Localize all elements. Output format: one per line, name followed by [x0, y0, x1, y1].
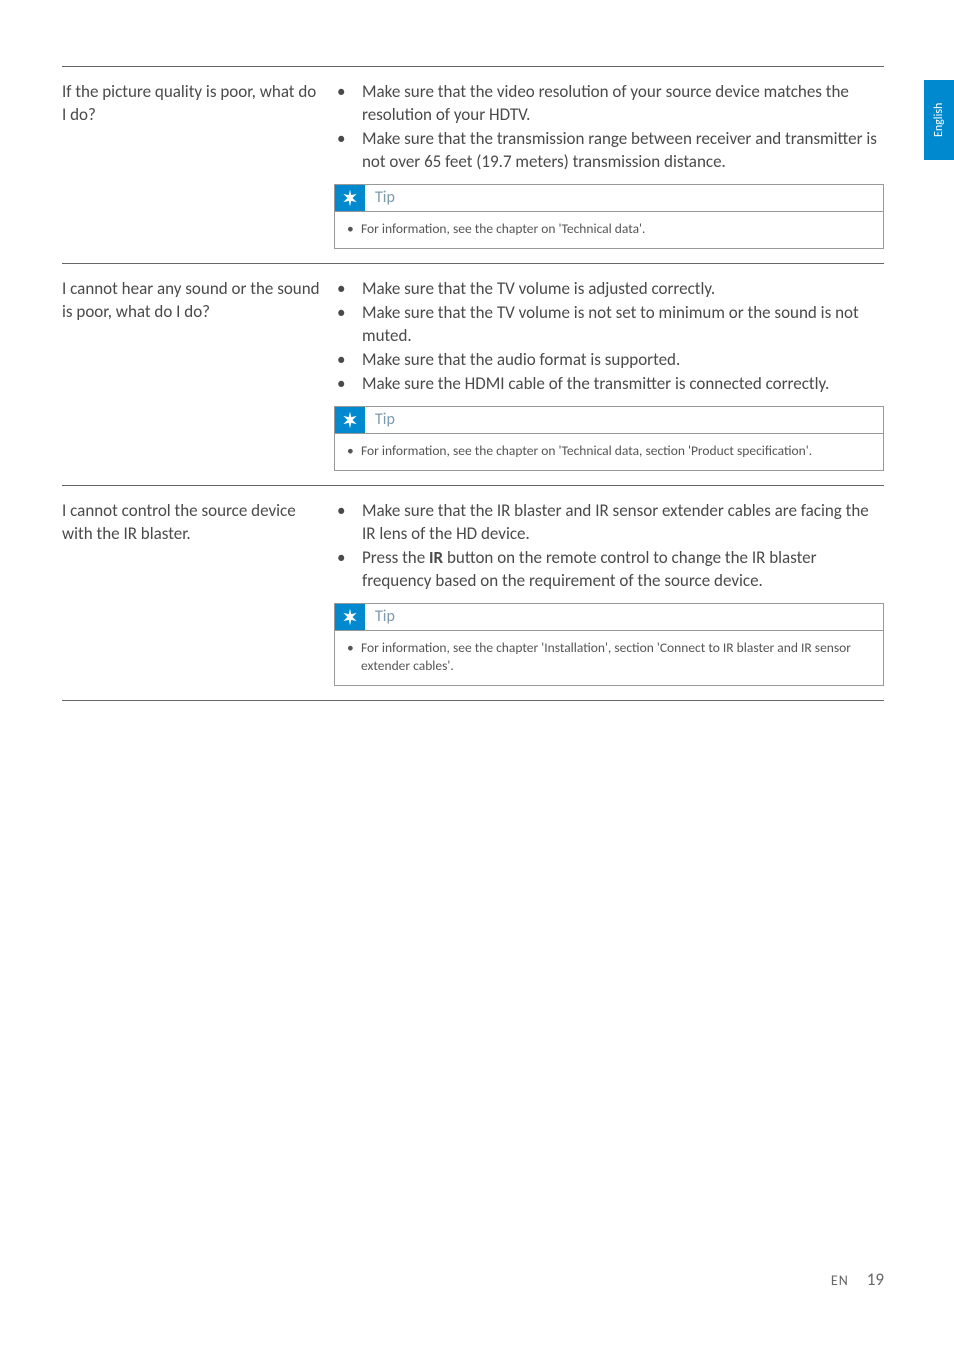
- list-item: • Make sure that the transmission range …: [332, 128, 884, 174]
- tip-text: For information, see the chapter 'Instal…: [361, 639, 871, 675]
- asterisk-icon: [335, 407, 365, 433]
- footer-page-number: 19: [867, 1269, 884, 1290]
- faq-answer: • Make sure that the video resolution of…: [332, 81, 884, 249]
- bullet-text: Make sure that the transmission range be…: [362, 128, 884, 174]
- bullet-icon: •: [332, 81, 362, 127]
- tip-bullet: • For information, see the chapter on 'T…: [347, 442, 871, 460]
- faq-section: I cannot control the source device with …: [62, 485, 884, 701]
- bullet-icon: •: [332, 500, 362, 546]
- language-tab: English: [924, 80, 954, 160]
- bullet-icon: •: [332, 373, 362, 396]
- bullet-icon: •: [332, 278, 362, 301]
- asterisk-icon: [335, 604, 365, 630]
- tip-label: Tip: [365, 188, 395, 207]
- tip-body: • For information, see the chapter 'Inst…: [335, 631, 883, 685]
- bullet-list: • Make sure that the IR blaster and IR s…: [332, 500, 884, 593]
- list-item: • Make sure that the video resolution of…: [332, 81, 884, 127]
- tip-bullet: • For information, see the chapter on 'T…: [347, 220, 871, 238]
- list-item: • Make sure that the IR blaster and IR s…: [332, 500, 884, 546]
- asterisk-icon: [335, 185, 365, 211]
- tip-body: • For information, see the chapter on 'T…: [335, 212, 883, 248]
- tip-header: Tip: [335, 185, 883, 212]
- bullet-text: Press the IR button on the remote contro…: [362, 547, 884, 593]
- list-item: • Make sure that the audio format is sup…: [332, 349, 884, 372]
- faq-answer: • Make sure that the TV volume is adjust…: [332, 278, 884, 471]
- bullet-icon: •: [332, 128, 362, 174]
- bullet-icon: •: [347, 220, 361, 238]
- bullet-text: Make sure that the TV volume is not set …: [362, 302, 884, 348]
- tip-box: Tip • For information, see the chapter o…: [334, 184, 884, 249]
- faq-answer: • Make sure that the IR blaster and IR s…: [332, 500, 884, 686]
- tip-header: Tip: [335, 407, 883, 434]
- faq-question: I cannot control the source device with …: [62, 500, 332, 686]
- bullet-text: Make sure that the video resolution of y…: [362, 81, 884, 127]
- faq-section: I cannot hear any sound or the sound is …: [62, 263, 884, 485]
- page-footer: EN 19: [831, 1269, 884, 1290]
- faq-question: I cannot hear any sound or the sound is …: [62, 278, 332, 471]
- footer-language: EN: [831, 1272, 849, 1289]
- bullet-text: Make sure the HDMI cable of the transmit…: [362, 373, 884, 396]
- bullet-icon: •: [347, 639, 361, 675]
- bullet-icon: •: [332, 302, 362, 348]
- bullet-icon: •: [347, 442, 361, 460]
- bullet-text: Make sure that the TV volume is adjusted…: [362, 278, 884, 301]
- tip-label: Tip: [365, 607, 395, 626]
- tip-bullet: • For information, see the chapter 'Inst…: [347, 639, 871, 675]
- page-content: If the picture quality is poor, what do …: [0, 0, 954, 701]
- list-item: • Press the IR button on the remote cont…: [332, 547, 884, 593]
- bullet-icon: •: [332, 547, 362, 593]
- tip-text: For information, see the chapter on 'Tec…: [361, 220, 645, 238]
- bullet-list: • Make sure that the TV volume is adjust…: [332, 278, 884, 396]
- list-item: • Make sure the HDMI cable of the transm…: [332, 373, 884, 396]
- faq-question: If the picture quality is poor, what do …: [62, 81, 332, 249]
- bullet-text: Make sure that the audio format is suppo…: [362, 349, 884, 372]
- list-item: • Make sure that the TV volume is adjust…: [332, 278, 884, 301]
- list-item: • Make sure that the TV volume is not se…: [332, 302, 884, 348]
- bullet-text: Make sure that the IR blaster and IR sen…: [362, 500, 884, 546]
- tip-box: Tip • For information, see the chapter '…: [334, 603, 884, 686]
- faq-section: If the picture quality is poor, what do …: [62, 66, 884, 263]
- tip-header: Tip: [335, 604, 883, 631]
- tip-body: • For information, see the chapter on 'T…: [335, 434, 883, 470]
- bullet-list: • Make sure that the video resolution of…: [332, 81, 884, 174]
- tip-box: Tip • For information, see the chapter o…: [334, 406, 884, 471]
- tip-text: For information, see the chapter on 'Tec…: [361, 442, 812, 460]
- tip-label: Tip: [365, 410, 395, 429]
- bullet-icon: •: [332, 349, 362, 372]
